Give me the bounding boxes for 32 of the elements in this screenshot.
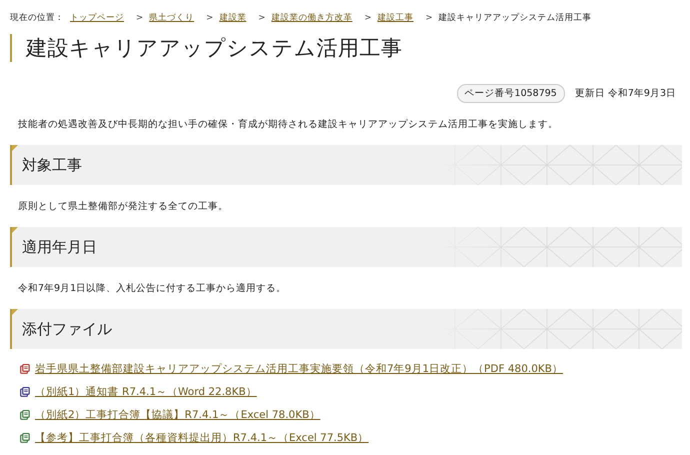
breadcrumb-separator: > xyxy=(426,13,433,23)
file-link[interactable]: 岩手県県土整備部建設キャリアアップシステム活用工事実施要領（令和7年9月1日改正）（PDF 480.0KB） xyxy=(35,361,563,377)
file-icon xyxy=(20,364,30,374)
breadcrumb-link[interactable]: 建設工事 xyxy=(378,12,414,24)
intro-text: 技能者の処遇改善及び中長期的な担い手の確保・育成が期待される建設キャリアアップシステム活用工事を実施します。 xyxy=(18,118,559,132)
breadcrumb-separator: > xyxy=(136,13,144,23)
section-heading: 添付ファイル xyxy=(22,320,112,338)
breadcrumb-link[interactable]: 建設業 xyxy=(219,12,246,24)
corner-mark xyxy=(12,145,18,153)
breadcrumb-current: 建設キャリアアップシステム活用工事 xyxy=(438,12,592,24)
section-heading: 適用年月日 xyxy=(22,238,97,256)
breadcrumb-label: 現在の位置： xyxy=(10,12,64,24)
breadcrumb-separator: > xyxy=(258,13,266,23)
section-heading: 対象工事 xyxy=(22,156,82,174)
breadcrumb-separator: > xyxy=(206,13,214,23)
breadcrumb-link[interactable]: 県土づくり xyxy=(149,12,194,24)
updated-date: 更新日 令和7年9月3日 xyxy=(574,87,676,100)
section-text: 原則として県土整備部が発注する全ての工事。 xyxy=(18,200,229,214)
corner-mark xyxy=(12,309,18,317)
file-icon xyxy=(20,433,30,443)
file-link[interactable]: （別紙2）工事打合簿【協議】R7.4.1～（Excel 78.0KB） xyxy=(35,407,320,423)
breadcrumb-separator: > xyxy=(364,13,372,23)
breadcrumb-link[interactable]: トップページ xyxy=(70,12,124,24)
corner-mark xyxy=(12,227,18,235)
section-text: 令和7年9月1日以降、入札公告に付する工事から適用する。 xyxy=(18,282,288,296)
file-icon xyxy=(20,410,30,420)
page-number-badge: ページ番号1058795 xyxy=(456,84,565,103)
file-link[interactable]: （別紙1）通知書 R7.4.1～（Word 22.8KB） xyxy=(35,384,257,400)
page-title: 建設キャリアアップシステム活用工事 xyxy=(10,34,682,62)
breadcrumb-link[interactable]: 建設業の働き方改革 xyxy=(271,12,352,24)
file-icon xyxy=(20,387,30,397)
file-link[interactable]: 【参考】工事打合簿（各種資料提出用）R7.4.1～（Excel 77.5KB） xyxy=(35,430,369,446)
